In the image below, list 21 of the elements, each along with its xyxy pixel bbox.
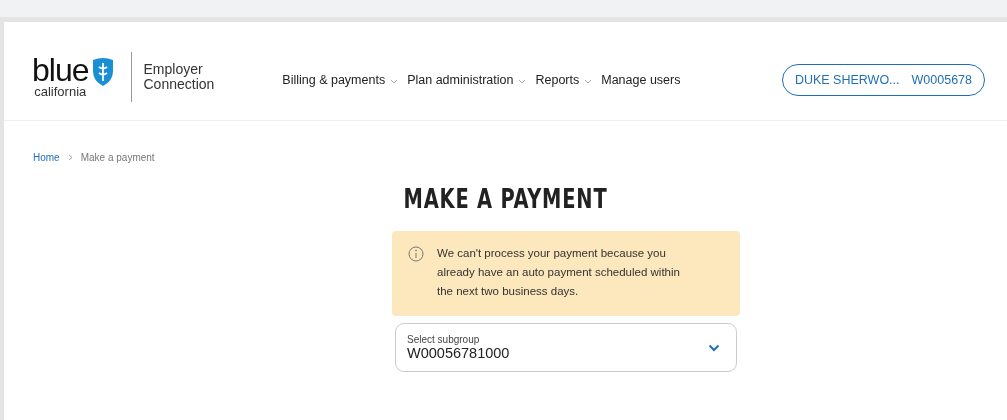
chevron-down-icon [518, 78, 527, 84]
alert-message: We can't process your payment because you already have an auto payment scheduled within the next two business days. [437, 246, 681, 299]
subgroup-select[interactable]: Select subgroup W00056781000 [395, 323, 737, 372]
product-name: Employer [143, 62, 204, 77]
chevron-down-icon [584, 78, 593, 84]
info-icon [408, 246, 424, 262]
breadcrumb-link[interactable]: Home [33, 152, 60, 163]
current-page-label: Make a payment [80, 152, 155, 163]
chevron-down-icon [390, 78, 399, 84]
page-title: MAKE A PAYMENT [402, 183, 609, 214]
breadcrumb-separator [67, 154, 73, 161]
nav-menu-item[interactable]: Reports [535, 73, 593, 87]
product-name: Connection [143, 77, 215, 92]
shield-icon [90, 57, 115, 87]
account-button[interactable]: DUKE SHERWO... W0005678 [781, 64, 985, 96]
nav-menu-item[interactable]: Manage users [601, 73, 681, 87]
nav-menu-item[interactable]: Billing & payments [282, 73, 399, 87]
chevron-down-icon [708, 343, 720, 352]
logo-subtitle: california [34, 85, 87, 99]
nav-menu-item[interactable]: Plan administration [407, 73, 527, 87]
logo-wordmark: blue [32, 55, 89, 85]
